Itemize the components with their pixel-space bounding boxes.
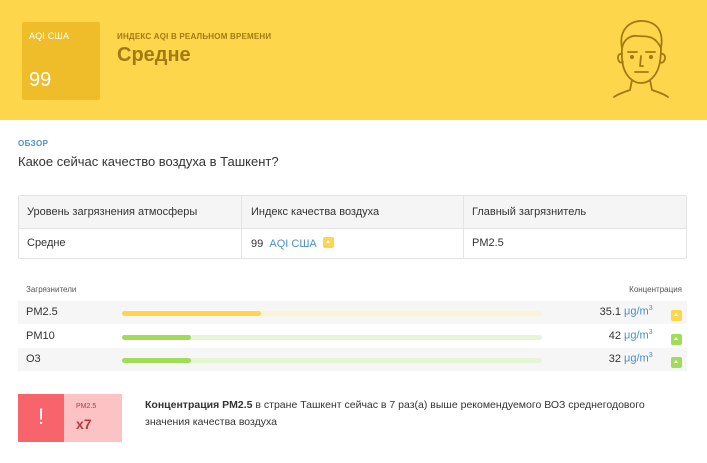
pollutant-unit: μg/m3 bbox=[624, 352, 653, 365]
cell-aqi: 99 AQI США bbox=[251, 237, 334, 250]
exceedance-multiplier: PM2.5 x7 bbox=[64, 394, 122, 442]
concentration-bar-fill bbox=[122, 335, 192, 340]
pollutant-value: 42 bbox=[608, 330, 621, 342]
concentration-header: Концентрация bbox=[629, 285, 682, 294]
arrow-up-icon bbox=[671, 310, 682, 321]
header-pollution-level: Уровень загрязнения атмосферы bbox=[27, 206, 198, 218]
aqi-badge: AQI США 99 bbox=[22, 22, 100, 100]
arrow-up-icon bbox=[671, 357, 682, 368]
pollutant-unit-sup: 3 bbox=[648, 352, 653, 359]
cell-aqi-unit: AQI США bbox=[269, 238, 317, 250]
moderate-face-icon bbox=[613, 20, 669, 98]
concentration-bar-fill bbox=[122, 311, 261, 316]
concentration-bar-track bbox=[122, 358, 542, 363]
overview-question: Какое сейчас качество воздуха в Ташкент? bbox=[18, 154, 279, 169]
realtime-subtitle: ИНДЕКС AQI В РЕАЛЬНОМ ВРЕМЕНИ bbox=[117, 32, 272, 41]
pollutant-name: PM2.5 bbox=[26, 306, 58, 318]
concentration-bar-track bbox=[122, 311, 542, 316]
pollutant-unit: μg/m3 bbox=[624, 329, 653, 342]
header-aqi: Индекс качества воздуха bbox=[251, 206, 380, 218]
exclamation-icon: ! bbox=[18, 394, 64, 442]
exceedance-factor: x7 bbox=[76, 416, 92, 432]
pollutant-value: 32 bbox=[608, 353, 621, 365]
cell-pollution-level: Средне bbox=[27, 237, 66, 249]
pollutant-row: O3 32 μg/m3 bbox=[18, 348, 687, 371]
cell-aqi-value: 99 bbox=[251, 238, 264, 250]
pollutant-indicator bbox=[671, 307, 682, 325]
arrow-up-icon bbox=[671, 334, 682, 345]
column-divider bbox=[463, 196, 464, 258]
pollutant-row: PM10 42 μg/m3 bbox=[18, 325, 687, 348]
exceedance-pollutant: PM2.5 bbox=[76, 403, 97, 410]
pollutant-indicator bbox=[671, 354, 682, 372]
air-quality-table: Уровень загрязнения атмосферы Индекс кач… bbox=[18, 195, 687, 259]
column-divider bbox=[241, 196, 242, 258]
pollutants-header: Загрязнители bbox=[26, 285, 77, 294]
concentration-bar-fill bbox=[122, 358, 192, 363]
pollutant-unit-sup: 3 bbox=[648, 329, 653, 336]
pollutant-unit-text: μg/m bbox=[624, 352, 649, 365]
pollutant-name: O3 bbox=[26, 353, 41, 365]
aqi-badge-value: 99 bbox=[29, 69, 52, 91]
pollutant-value: 35.1 bbox=[599, 306, 621, 318]
aqi-badge-label: AQI США bbox=[29, 31, 70, 41]
pollutant-name: PM10 bbox=[26, 330, 55, 342]
concentration-bar-track bbox=[122, 335, 542, 340]
pollutant-unit-sup: 3 bbox=[648, 305, 653, 312]
pollutant-indicator bbox=[671, 331, 682, 349]
pollutant-unit: μg/m3 bbox=[624, 305, 653, 318]
header-main-pollutant: Главный загрязнитель bbox=[472, 206, 587, 218]
overview-label: ОБЗОР bbox=[18, 139, 49, 148]
pollutant-unit-text: μg/m bbox=[624, 329, 649, 342]
aqi-header: AQI США 99 ИНДЕКС AQI В РЕАЛЬНОМ ВРЕМЕНИ… bbox=[0, 0, 707, 120]
pollutant-row: PM2.5 35.1 μg/m3 bbox=[18, 301, 687, 324]
who-exceedance-text: Концентрация PM2.5 в стране Ташкент сейч… bbox=[145, 397, 675, 431]
who-exceedance-badge: ! PM2.5 x7 bbox=[18, 394, 122, 442]
arrow-up-icon bbox=[322, 237, 334, 248]
pollutant-unit-text: μg/m bbox=[624, 305, 649, 318]
alert-bold-text: Концентрация PM2.5 bbox=[145, 399, 253, 411]
cell-main-pollutant: PM2.5 bbox=[472, 237, 504, 249]
air-quality-status: Средне bbox=[117, 44, 191, 66]
